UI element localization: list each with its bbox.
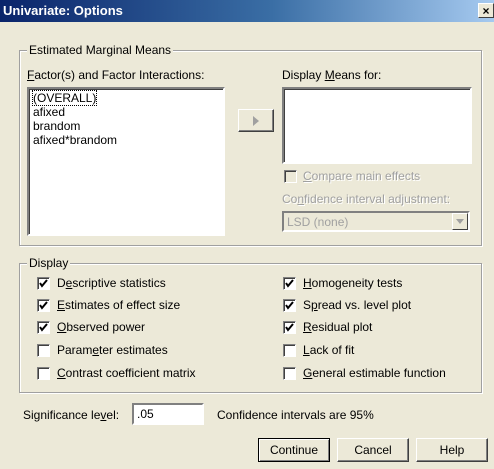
chevron-down-icon: [456, 219, 464, 224]
close-icon: ×: [482, 4, 490, 18]
compare-main-effects-checkbox[interactable]: [284, 170, 297, 183]
checkmark-icon: [285, 323, 294, 332]
checkmark-icon: [39, 323, 48, 332]
ci-adjustment-select[interactable]: LSD (none): [282, 211, 470, 232]
help-button[interactable]: Help: [416, 438, 488, 462]
homogeneity-tests-label: Homogeneity tests: [303, 276, 403, 290]
spread-vs-level-plot-label: Spread vs. level plot: [303, 298, 412, 312]
homogeneity-tests-checkbox[interactable]: [283, 277, 296, 290]
right-arrow-icon: [253, 116, 259, 126]
factors-label-rest: actor(s) and Factor Interactions:: [34, 68, 205, 82]
checkmark-icon: [285, 279, 294, 288]
lack-of-fit-checkbox[interactable]: [283, 344, 296, 357]
continue-button-label: Continue: [269, 443, 319, 457]
residual-plot-checkbox[interactable]: [283, 321, 296, 334]
window-title: Univariate: Options: [3, 3, 123, 18]
estimates-effect-size-label: Estimates of effect size: [57, 298, 181, 312]
factor-item[interactable]: brandom: [33, 119, 80, 133]
general-estimable-function-label: General estimable function: [303, 366, 446, 380]
factor-item[interactable]: (OVERALL): [31, 90, 98, 106]
compare-main-effects-label: Compare main effects: [303, 169, 421, 183]
title-bar[interactable]: Univariate: Options ×: [0, 0, 494, 22]
display-means-label: Display Means for:: [282, 68, 382, 82]
factors-listbox[interactable]: (OVERALL) afixed brandom afixed*brandom: [27, 87, 225, 236]
contrast-coefficient-matrix-label: Contrast coefficient matrix: [57, 366, 196, 380]
estimated-marginal-means-legend: Estimated Marginal Means: [27, 43, 174, 57]
estimates-effect-size-checkbox[interactable]: [37, 299, 50, 312]
continue-button[interactable]: Continue: [258, 438, 330, 462]
factors-label: Factor(s) and Factor Interactions:: [27, 68, 205, 82]
general-estimable-function-checkbox[interactable]: [283, 367, 296, 380]
display-group: Display Descriptive statistics Estimates…: [19, 256, 482, 393]
estimated-marginal-means-group: Estimated Marginal Means Factor(s) and F…: [19, 43, 482, 246]
descriptive-statistics-label: Descriptive statistics: [57, 276, 166, 290]
checkmark-icon: [39, 279, 48, 288]
significance-level-input[interactable]: .05: [132, 403, 204, 425]
contrast-coefficient-matrix-checkbox[interactable]: [37, 367, 50, 380]
help-button-label: Help: [439, 443, 465, 457]
checkmark-icon: [39, 301, 48, 310]
cancel-button[interactable]: Cancel: [337, 438, 409, 462]
ci-adjustment-label: Confidence interval adjustment:: [282, 192, 451, 206]
ci-adjustment-value: LSD (none): [287, 215, 349, 229]
factor-item[interactable]: afixed*brandom: [33, 133, 117, 147]
descriptive-statistics-checkbox[interactable]: [37, 277, 50, 290]
close-button[interactable]: ×: [478, 3, 494, 18]
display-means-listbox[interactable]: [282, 87, 472, 164]
ci-adjustment-dropdown-button[interactable]: [452, 213, 468, 230]
confidence-intervals-text: Confidence intervals are 95%: [217, 408, 374, 422]
cancel-button-label: Cancel: [354, 443, 392, 457]
observed-power-checkbox[interactable]: [37, 321, 50, 334]
display-legend: Display: [27, 256, 71, 270]
significance-level-label: Significance level:: [23, 408, 120, 422]
checkmark-icon: [285, 301, 294, 310]
residual-plot-label: Residual plot: [303, 320, 373, 334]
parameter-estimates-checkbox[interactable]: [37, 344, 50, 357]
parameter-estimates-label: Parameter estimates: [57, 343, 168, 357]
lack-of-fit-label: Lack of fit: [303, 343, 355, 357]
observed-power-label: Observed power: [57, 320, 146, 334]
significance-level-value: .05: [137, 407, 154, 421]
factor-item[interactable]: afixed: [33, 105, 65, 119]
spread-vs-level-plot-checkbox[interactable]: [283, 299, 296, 312]
move-right-button[interactable]: [238, 109, 274, 132]
